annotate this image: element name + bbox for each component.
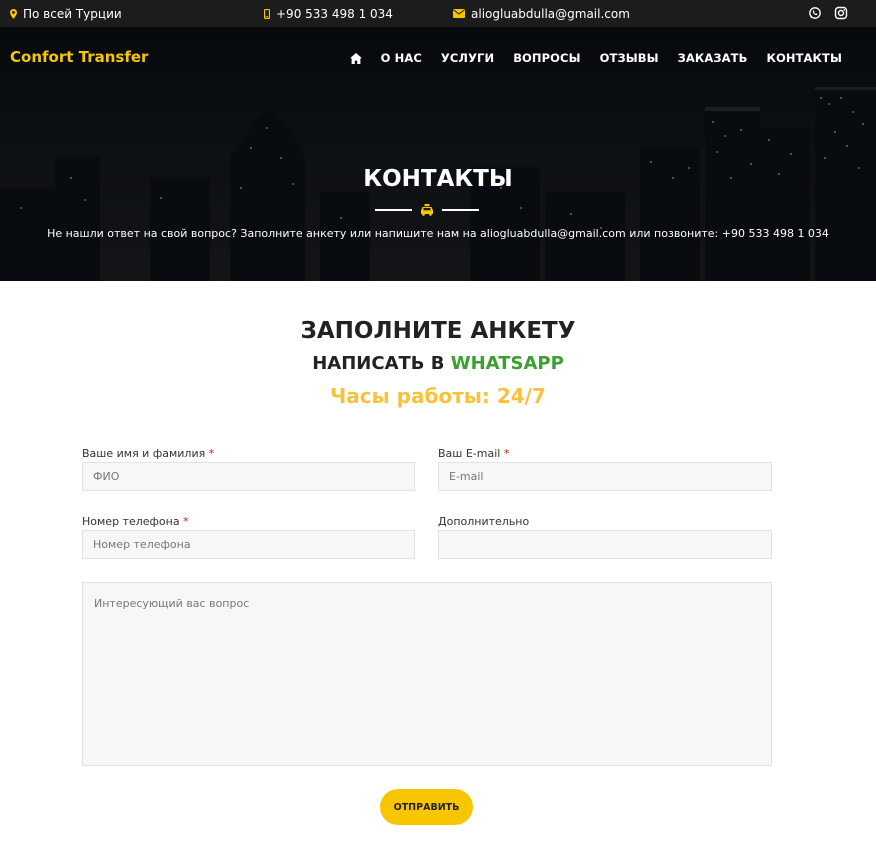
email-info[interactable]: aliogluabdulla@gmail.com bbox=[453, 0, 630, 27]
phone-label: Номер телефона * bbox=[82, 515, 189, 528]
title-divider bbox=[375, 204, 479, 216]
page-title: КОНТАКТЫ bbox=[363, 166, 513, 192]
phone-text[interactable]: +90 533 498 1 034 bbox=[276, 7, 393, 21]
extra-label-text: Дополнительно bbox=[438, 515, 530, 528]
required-mark: * bbox=[183, 515, 189, 528]
nav-item-about[interactable]: О НАС bbox=[381, 51, 422, 65]
email-input[interactable] bbox=[438, 462, 772, 491]
name-label: Ваше имя и фамилия * bbox=[82, 447, 214, 460]
extra-label: Дополнительно bbox=[438, 515, 529, 528]
hero-section: Confort Transfer О НАС УСЛУГИ ВОПРОСЫ ОТ… bbox=[0, 27, 876, 281]
main-nav: О НАС УСЛУГИ ВОПРОСЫ ОТЗЫВЫ ЗАКАЗАТЬ КОН… bbox=[349, 51, 842, 65]
nav-item-contacts[interactable]: КОНТАКТЫ bbox=[766, 51, 842, 65]
map-marker-icon bbox=[10, 8, 17, 19]
top-bar: По всей Турции +90 533 498 1 034 alioglu… bbox=[0, 0, 876, 27]
name-input[interactable] bbox=[82, 462, 415, 491]
whatsapp-prefix: НАПИСАТЬ В bbox=[312, 353, 451, 374]
phone-label-text: Номер телефона bbox=[82, 515, 180, 528]
nav-item-services[interactable]: УСЛУГИ bbox=[441, 51, 494, 65]
home-icon[interactable] bbox=[349, 52, 362, 64]
envelope-icon bbox=[453, 9, 465, 18]
whatsapp-heading: НАПИСАТЬ В WHATSAPP bbox=[0, 353, 876, 374]
email-label-text: Ваш E-mail bbox=[438, 447, 501, 460]
social-links bbox=[808, 6, 848, 20]
divider-line-left bbox=[375, 209, 412, 211]
location-text: По всей Турции bbox=[23, 6, 122, 21]
hero-subtitle: Не нашли ответ на свой вопрос? Заполните… bbox=[47, 227, 829, 240]
nav-item-order[interactable]: ЗАКАЗАТЬ bbox=[678, 51, 748, 65]
required-mark: * bbox=[503, 447, 510, 460]
question-textarea[interactable] bbox=[82, 582, 772, 766]
whatsapp-link[interactable]: WHATSAPP bbox=[451, 353, 564, 374]
taxi-car-icon bbox=[421, 204, 433, 216]
extra-input[interactable] bbox=[438, 530, 772, 559]
nav-item-faq[interactable]: ВОПРОСЫ bbox=[513, 51, 580, 65]
form-heading: ЗАПОЛНИТЕ АНКЕТУ bbox=[300, 318, 576, 344]
phone-input[interactable] bbox=[82, 530, 415, 559]
name-label-text: Ваше имя и фамилия bbox=[82, 447, 206, 460]
email-text[interactable]: aliogluabdulla@gmail.com bbox=[471, 7, 630, 21]
working-hours: Часы работы: 24/7 bbox=[330, 384, 546, 408]
mobile-phone-icon bbox=[264, 8, 270, 19]
phone-info[interactable]: +90 533 498 1 034 bbox=[264, 0, 393, 27]
location-info: По всей Турции bbox=[10, 0, 122, 27]
submit-button[interactable]: ОТПРАВИТЬ bbox=[380, 789, 473, 825]
nav-item-reviews[interactable]: ОТЗЫВЫ bbox=[600, 51, 659, 65]
divider-line-right bbox=[442, 209, 479, 211]
instagram-icon[interactable] bbox=[834, 6, 848, 20]
whatsapp-icon[interactable] bbox=[808, 6, 822, 20]
required-mark: * bbox=[208, 447, 215, 460]
email-label: Ваш E-mail * bbox=[438, 447, 509, 460]
site-logo[interactable]: Confort Transfer bbox=[10, 48, 148, 66]
